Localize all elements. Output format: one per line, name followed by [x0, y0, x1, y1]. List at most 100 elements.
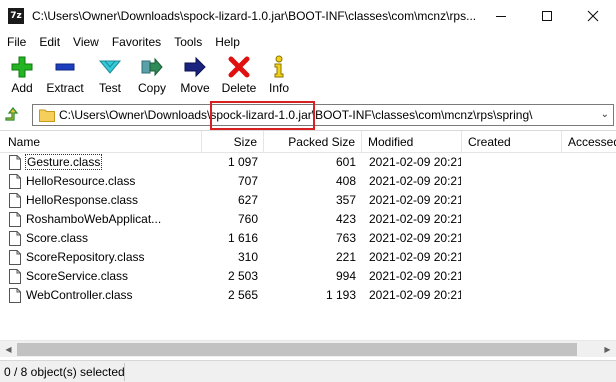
copy-label: Copy — [137, 81, 166, 95]
extract-label: Extract — [46, 81, 84, 95]
file-size: 2 503 — [227, 269, 258, 283]
menu-favorites[interactable]: Favorites — [105, 32, 167, 52]
column-header-size[interactable]: Size — [202, 131, 264, 153]
scroll-left-icon[interactable]: ◀ — [0, 341, 17, 358]
file-name: Score.class — [26, 231, 89, 245]
menu-bar: File Edit View Favorites Tools Help — [0, 32, 616, 52]
scrollbar-thumb[interactable] — [17, 343, 577, 356]
address-field[interactable]: C:\Users\Owner\Downloads\spock-lizard-1.… — [32, 104, 614, 126]
extract-icon — [55, 63, 75, 71]
file-name: Gesture.class — [25, 154, 103, 170]
delete-button[interactable]: Delete — [216, 52, 262, 98]
file-modified: 2021-02-09 20:21 — [369, 250, 461, 264]
copy-button[interactable]: Copy — [130, 52, 174, 98]
move-icon — [184, 56, 206, 78]
menu-file[interactable]: File — [0, 32, 32, 52]
test-label: Test — [98, 81, 121, 95]
toolbar: Add Extract Test Copy Move Delete Info — [0, 52, 616, 98]
table-row[interactable]: RoshamboWebApplicat... 760 423 2021-02-09 2… — [0, 210, 616, 229]
table-row[interactable]: ScoreService.class 2 503 994 2021-02-09 20:… — [0, 267, 616, 286]
file-icon — [9, 231, 21, 246]
file-rows: Gesture.class 1 097 601 2021-02-09 20:21 Hel… — [0, 153, 616, 305]
menu-tools[interactable]: Tools — [167, 32, 208, 52]
scroll-right-icon[interactable]: ▶ — [599, 341, 616, 358]
file-modified: 2021-02-09 20:21 — [369, 212, 461, 226]
close-button[interactable] — [570, 0, 616, 32]
move-button[interactable]: Move — [174, 52, 216, 98]
file-name: WebController.class — [26, 288, 133, 302]
minimize-button[interactable] — [478, 0, 524, 32]
column-header-name[interactable]: Name — [0, 131, 202, 153]
table-row[interactable]: WebController.class 2 565 1 193 2021-02-09 … — [0, 286, 616, 305]
file-size: 2 565 — [227, 288, 258, 302]
move-label: Move — [180, 81, 210, 95]
file-size: 707 — [237, 174, 258, 188]
folder-icon — [39, 109, 55, 122]
file-icon — [9, 155, 21, 170]
horizontal-scrollbar[interactable]: ◀ ▶ — [0, 340, 616, 357]
file-icon — [9, 212, 21, 227]
table-row[interactable]: Gesture.class 1 097 601 2021-02-09 20:21 — [0, 153, 616, 172]
highlight-annotation — [210, 101, 315, 130]
file-name: RoshamboWebApplicat... — [26, 212, 162, 226]
file-packed-size: 763 — [335, 231, 356, 245]
close-icon — [587, 10, 599, 22]
table-row[interactable]: Score.class 1 616 763 2021-02-09 20:21 — [0, 229, 616, 248]
info-icon — [274, 55, 284, 78]
file-size: 1 616 — [227, 231, 258, 245]
file-name: HelloResource.class — [26, 174, 136, 188]
delete-label: Delete — [221, 81, 257, 95]
file-packed-size: 357 — [335, 193, 356, 207]
file-modified: 2021-02-09 20:21 — [369, 231, 461, 245]
file-size: 1 097 — [227, 155, 258, 169]
menu-view[interactable]: View — [66, 32, 105, 52]
file-size: 760 — [237, 212, 258, 226]
menu-help[interactable]: Help — [208, 32, 246, 52]
test-button[interactable]: Test — [90, 52, 130, 98]
add-button[interactable]: Add — [4, 52, 40, 98]
file-name: ScoreRepository.class — [26, 250, 145, 264]
status-selection: 0 / 8 object(s) selected — [4, 365, 125, 379]
info-button[interactable]: Info — [262, 52, 296, 98]
column-header-packed-size[interactable]: Packed Size — [264, 131, 362, 153]
file-packed-size: 221 — [335, 250, 356, 264]
extract-button[interactable]: Extract — [40, 52, 90, 98]
file-modified: 2021-02-09 20:21 — [369, 288, 461, 302]
file-icon — [9, 269, 21, 284]
file-icon — [9, 288, 21, 303]
table-row[interactable]: HelloResponse.class 627 357 2021-02-09 20:2… — [0, 191, 616, 210]
file-modified: 2021-02-09 20:21 — [369, 193, 461, 207]
chevron-down-icon[interactable]: ⌄ — [601, 109, 609, 120]
file-icon — [9, 193, 21, 208]
table-row[interactable]: HelloResource.class 707 408 2021-02-09 20:2… — [0, 172, 616, 191]
test-icon — [98, 60, 122, 74]
file-name: HelloResponse.class — [26, 193, 139, 207]
file-packed-size: 408 — [335, 174, 356, 188]
delete-icon — [228, 56, 250, 78]
file-icon — [9, 250, 21, 265]
up-arrow-icon — [5, 107, 19, 121]
maximize-button[interactable] — [524, 0, 570, 32]
column-header-created[interactable]: Created — [462, 131, 562, 153]
maximize-icon — [542, 11, 552, 21]
column-header-row: Name Size Packed Size Modified Created A… — [0, 131, 616, 153]
column-header-accessed[interactable]: Accessed — [562, 131, 616, 153]
file-modified: 2021-02-09 20:21 — [369, 174, 461, 188]
file-modified: 2021-02-09 20:21 — [369, 155, 461, 169]
status-bar: 0 / 8 object(s) selected — [0, 360, 616, 382]
file-packed-size: 423 — [335, 212, 356, 226]
column-header-modified[interactable]: Modified — [362, 131, 462, 153]
status-divider — [124, 363, 125, 381]
copy-icon — [141, 57, 163, 77]
minimize-icon — [496, 15, 506, 17]
file-name: ScoreService.class — [26, 269, 129, 283]
file-list: Name Size Packed Size Modified Created A… — [0, 130, 616, 356]
menu-edit[interactable]: Edit — [32, 32, 66, 52]
table-row[interactable]: ScoreRepository.class 310 221 2021-02-09 20… — [0, 248, 616, 267]
file-packed-size: 994 — [335, 269, 356, 283]
file-packed-size: 1 193 — [325, 288, 356, 302]
add-icon — [11, 56, 33, 78]
up-folder-button[interactable] — [4, 106, 22, 124]
file-icon — [9, 174, 21, 189]
file-size: 310 — [237, 250, 258, 264]
